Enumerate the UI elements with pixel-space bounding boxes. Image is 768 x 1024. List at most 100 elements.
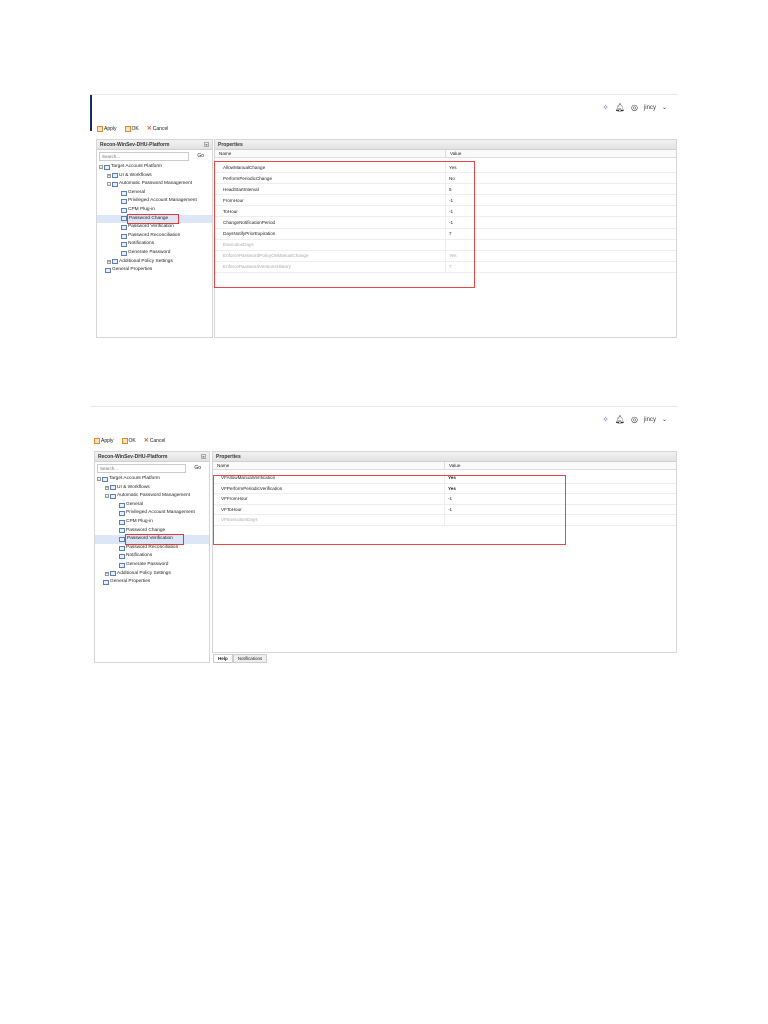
tree-item-label: CPM Plug-in bbox=[126, 518, 153, 524]
tree-item[interactable]: Password Verification bbox=[97, 223, 212, 232]
bell-icon[interactable]: 🔔︎ bbox=[615, 415, 625, 424]
tree-item[interactable]: General Properties bbox=[97, 266, 212, 275]
tree-item-label: Additional Policy Settings bbox=[119, 258, 173, 264]
pane-title: Recon-WinSev-DHU-Platform bbox=[100, 142, 170, 148]
tree-item[interactable]: Password Change bbox=[97, 213, 212, 225]
collapse-icon[interactable]: « bbox=[201, 454, 206, 459]
col-value[interactable]: Value bbox=[444, 462, 460, 469]
ok-button[interactable]: OK bbox=[121, 437, 136, 444]
collapse-icon[interactable]: - bbox=[107, 182, 111, 187]
col-name[interactable]: Name bbox=[213, 462, 444, 469]
tree-item[interactable]: Password Change bbox=[95, 527, 209, 536]
apply-icon bbox=[97, 125, 103, 132]
node-icon bbox=[121, 216, 127, 222]
node-icon bbox=[104, 164, 110, 170]
user-icon[interactable]: ◎ bbox=[631, 415, 638, 424]
tree-item-label: Automatic Password Management bbox=[117, 493, 191, 499]
tree-item[interactable]: - Target Account Platform bbox=[95, 475, 209, 484]
pane-title: Recon-WinSev-DHU-Platform bbox=[98, 454, 168, 460]
tree-item[interactable]: + UI & Workflows bbox=[95, 484, 209, 493]
node-icon bbox=[110, 493, 116, 499]
node-icon bbox=[119, 554, 125, 560]
tree-item[interactable]: Password Verification bbox=[95, 534, 209, 545]
user-menu[interactable]: jincy bbox=[644, 417, 656, 423]
tree-item[interactable]: CPM Plug-in bbox=[95, 518, 209, 527]
tree-item[interactable]: Password Reconciliation bbox=[95, 544, 209, 553]
node-icon bbox=[119, 502, 125, 508]
node-icon bbox=[119, 562, 125, 568]
user-menu[interactable]: jincy bbox=[644, 105, 656, 111]
tree-item[interactable]: Generate Password bbox=[95, 561, 209, 570]
sparkle-icon[interactable]: ✧ bbox=[602, 103, 609, 112]
tree-item[interactable]: - Target Account Platform bbox=[97, 163, 212, 172]
chevron-down-icon[interactable]: ⌄ bbox=[662, 104, 667, 111]
collapse-icon[interactable]: - bbox=[97, 477, 101, 482]
properties-title: Properties bbox=[213, 452, 676, 462]
node-icon bbox=[112, 181, 118, 187]
col-value[interactable]: Value bbox=[445, 150, 461, 157]
tree-item[interactable]: Generate Password bbox=[97, 249, 212, 258]
node-icon bbox=[119, 511, 125, 517]
tree-item[interactable]: General bbox=[95, 501, 209, 510]
tree: - Target Account Platform + UI & Workflows -… bbox=[97, 163, 212, 275]
cancel-label: Cancel bbox=[149, 437, 166, 444]
tree-item[interactable]: Password Reconciliation bbox=[97, 232, 212, 241]
go-button[interactable]: Go bbox=[188, 464, 207, 473]
highlight-box bbox=[214, 161, 475, 288]
sparkle-icon[interactable]: ✧ bbox=[602, 415, 609, 424]
apply-icon bbox=[94, 437, 100, 444]
cancel-button[interactable]: ✕ Cancel bbox=[147, 125, 169, 133]
tree-item[interactable]: General Properties bbox=[95, 578, 209, 587]
tree-item-label: General Properties bbox=[110, 579, 151, 585]
tab-help[interactable]: Help bbox=[213, 654, 233, 663]
tree-item-label: UI & Workflows bbox=[119, 172, 152, 178]
tree-item[interactable]: - Automatic Password Management bbox=[95, 492, 209, 501]
tree-item-label: Password Verification bbox=[128, 224, 174, 230]
search-input[interactable] bbox=[99, 152, 190, 161]
chevron-down-icon[interactable]: ⌄ bbox=[662, 416, 667, 423]
tree-item[interactable]: - Automatic Password Management bbox=[97, 180, 212, 189]
column-headers: Name Value bbox=[215, 150, 676, 158]
collapse-icon[interactable]: - bbox=[99, 165, 103, 170]
bell-icon[interactable]: 🔔︎ bbox=[615, 103, 625, 112]
tree-item-label: Generate Password bbox=[128, 249, 171, 255]
apply-button[interactable]: Apply bbox=[94, 437, 114, 444]
tree-item[interactable]: Privileged Account Management bbox=[95, 509, 209, 518]
cancel-label: Cancel bbox=[152, 125, 169, 132]
tree-item[interactable]: General bbox=[97, 189, 212, 198]
node-icon bbox=[121, 207, 127, 213]
expand-icon[interactable]: + bbox=[105, 571, 109, 576]
tree-pane-title: Recon-WinSev-DHU-Platform « bbox=[97, 140, 212, 150]
collapse-icon[interactable]: - bbox=[105, 494, 109, 499]
node-icon bbox=[119, 528, 125, 534]
node-icon bbox=[112, 173, 118, 179]
tree-item[interactable]: + UI & Workflows bbox=[97, 172, 212, 181]
ok-icon bbox=[124, 125, 131, 132]
node-icon bbox=[110, 485, 116, 491]
node-icon bbox=[112, 259, 118, 265]
node-icon bbox=[121, 190, 127, 196]
collapse-icon[interactable]: « bbox=[204, 142, 209, 147]
ok-button[interactable]: OK bbox=[124, 125, 139, 132]
tree-item[interactable]: Privileged Account Management bbox=[97, 197, 212, 206]
tree-item-label: UI & Workflows bbox=[117, 484, 150, 490]
go-button[interactable]: Go bbox=[191, 152, 210, 161]
tree-item[interactable]: Notifications bbox=[95, 552, 209, 561]
node-icon bbox=[102, 476, 108, 482]
expand-icon[interactable]: + bbox=[107, 259, 111, 264]
expand-icon[interactable]: + bbox=[105, 485, 109, 490]
toolbar: Apply OK ✕ Cancel bbox=[94, 437, 165, 444]
tree-item-label: Notifications bbox=[128, 241, 155, 247]
tab-notifications[interactable]: Notifications bbox=[232, 654, 268, 663]
expand-icon[interactable]: + bbox=[107, 173, 111, 178]
tree-item[interactable]: CPM Plug-in bbox=[97, 206, 212, 215]
col-name[interactable]: Name bbox=[215, 150, 445, 157]
user-icon[interactable]: ◎ bbox=[631, 103, 638, 112]
apply-button[interactable]: Apply bbox=[97, 125, 117, 132]
tree-item[interactable]: + Additional Policy Settings bbox=[95, 570, 209, 579]
cancel-button[interactable]: ✕ Cancel bbox=[144, 437, 166, 445]
node-icon bbox=[119, 545, 125, 551]
search-input[interactable] bbox=[97, 464, 187, 473]
tree-item[interactable]: Notifications bbox=[97, 240, 212, 249]
tree-item[interactable]: + Additional Policy Settings bbox=[97, 258, 212, 267]
